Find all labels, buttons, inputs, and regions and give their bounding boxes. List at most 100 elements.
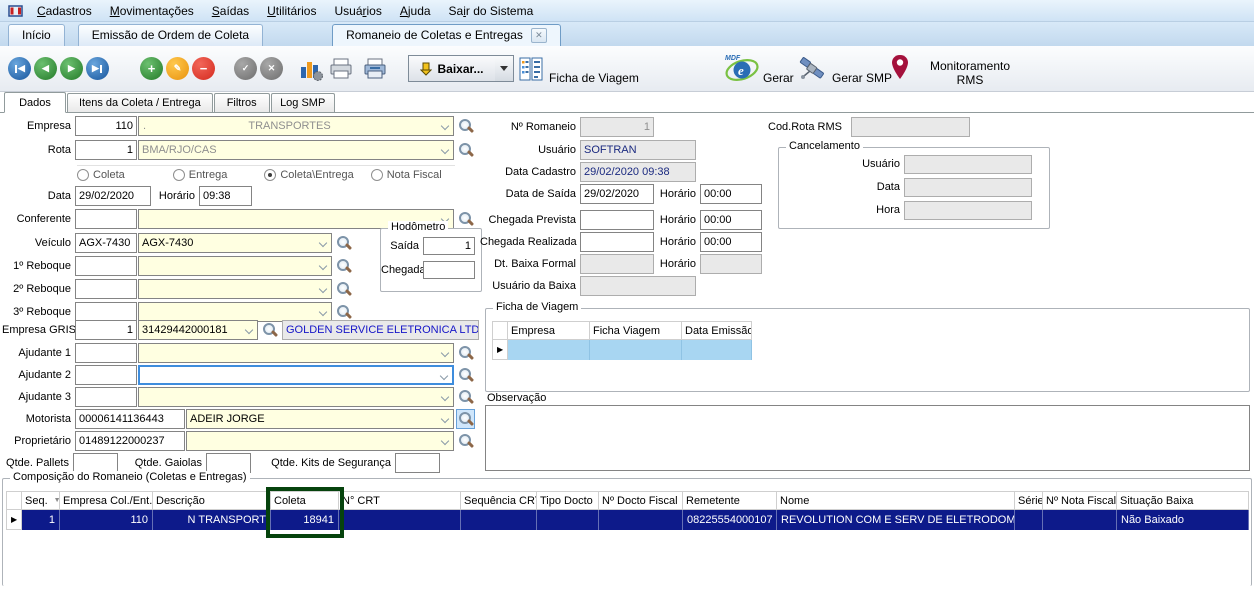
chegada-realizada-horario-field[interactable]: 00:00	[700, 232, 762, 252]
chevron-down-icon[interactable]	[319, 285, 327, 293]
chevron-down-icon[interactable]	[441, 393, 449, 401]
empresa-combo[interactable]: . TRANSPORTES	[138, 116, 454, 136]
radio-coleta[interactable]: Coleta	[77, 169, 125, 181]
ficha-de-viagem-button[interactable]: Ficha de Viagem	[549, 71, 639, 85]
empresa-gris-search-icon[interactable]	[261, 321, 278, 339]
chevron-down-icon[interactable]	[441, 349, 449, 357]
next-record-button[interactable]: ▶	[60, 57, 83, 80]
veiculo-code-field[interactable]: AGX-7430	[75, 233, 137, 253]
qtde-pallets-field[interactable]	[73, 453, 118, 473]
rota-code-field[interactable]: 1	[75, 140, 137, 160]
column-header[interactable]: Nome	[777, 491, 1015, 510]
ajudante3-combo[interactable]	[138, 387, 454, 407]
hodometro-saida-field[interactable]: 1	[423, 237, 475, 255]
menu-item-5[interactable]: Ajuda	[391, 2, 440, 20]
tab-romaneio-coletas-entregas[interactable]: Romaneio de Coletas e Entregas ✕	[332, 24, 561, 46]
reboque2-search-icon[interactable]	[335, 280, 352, 298]
motorista-combo[interactable]: ADEIR JORGE	[186, 409, 454, 429]
proprietario-search-icon[interactable]	[457, 432, 474, 450]
tab-inicio[interactable]: Início	[8, 24, 65, 46]
chevron-down-icon[interactable]	[441, 415, 449, 423]
column-header[interactable]: Empresa Col./Ent.	[60, 491, 153, 510]
empresa-gris-code-field[interactable]: 1	[75, 320, 137, 340]
chevron-down-icon[interactable]	[319, 239, 327, 247]
chegada-realizada-field[interactable]	[580, 232, 654, 252]
column-header[interactable]: Situação Baixa	[1117, 491, 1249, 510]
reboque1-search-icon[interactable]	[335, 257, 352, 275]
first-record-button[interactable]: ◀	[8, 57, 31, 80]
baixar-button[interactable]: Baixar...	[408, 55, 496, 82]
confirm-button[interactable]: ✓	[234, 57, 257, 80]
conferente-code-field[interactable]	[75, 209, 137, 229]
close-tab-icon[interactable]: ✕	[531, 28, 547, 43]
tab-itens-coleta-entrega[interactable]: Itens da Coleta / Entrega	[67, 93, 213, 112]
column-header[interactable]: Data Emissão	[682, 321, 752, 340]
ajudante1-code-field[interactable]	[75, 343, 137, 363]
chevron-down-icon[interactable]	[441, 122, 449, 130]
tab-filtros[interactable]: Filtros	[214, 93, 270, 112]
ajudante3-search-icon[interactable]	[457, 388, 474, 406]
tab-emissao-ordem-coleta[interactable]: Emissão de Ordem de Coleta	[78, 24, 263, 46]
proprietario-combo[interactable]	[186, 431, 454, 451]
chevron-down-icon[interactable]	[245, 326, 253, 334]
ajudante3-code-field[interactable]	[75, 387, 137, 407]
rota-combo[interactable]: BMA/RJO/CAS	[138, 140, 454, 160]
hodometro-chegada-field[interactable]	[423, 261, 475, 279]
ajudante2-code-field[interactable]	[75, 365, 137, 385]
rota-search-icon[interactable]	[457, 141, 474, 159]
menu-item-0[interactable]: Cadastros	[28, 2, 101, 20]
data-saida-horario-field[interactable]: 00:00	[700, 184, 762, 204]
column-header[interactable]: Ficha Viagem	[590, 321, 682, 340]
qtde-gaiolas-field[interactable]	[206, 453, 251, 473]
column-header[interactable]: Coleta	[271, 491, 339, 510]
radio-coleta-entrega[interactable]: Coleta\Entrega	[264, 169, 353, 181]
add-button[interactable]: +	[140, 57, 163, 80]
chegada-prevista-field[interactable]	[580, 210, 654, 230]
chegada-prevista-horario-field[interactable]: 00:00	[700, 210, 762, 230]
column-header[interactable]: Seq.▼	[22, 491, 60, 510]
chevron-down-icon[interactable]	[441, 437, 449, 445]
monitoramento-pin-icon[interactable]	[890, 54, 910, 82]
empresa-gris-combo[interactable]: 31429442000181	[138, 320, 258, 340]
ficha-de-viagem-icon[interactable]	[519, 57, 543, 81]
gerar-smp-button[interactable]: Gerar SMP	[832, 71, 892, 85]
table-row[interactable]: ▶1110N TRANSPORT1894108225554000107REVOL…	[6, 510, 1249, 530]
delete-button[interactable]: −	[192, 57, 215, 80]
observacao-textarea[interactable]	[485, 405, 1250, 471]
tab-dados[interactable]: Dados	[4, 92, 66, 113]
column-header[interactable]: Empresa	[508, 321, 590, 340]
ajudante1-search-icon[interactable]	[457, 344, 474, 362]
radio-entrega[interactable]: Entrega	[173, 169, 228, 181]
gerar-smp-satellite-icon[interactable]	[798, 56, 826, 82]
conferente-search-icon[interactable]	[457, 210, 474, 228]
chevron-down-icon[interactable]	[441, 146, 449, 154]
column-header[interactable]: Remetente	[683, 491, 777, 510]
column-header[interactable]: N° CRT	[339, 491, 461, 510]
column-header[interactable]: Sequência CRT	[461, 491, 537, 510]
proprietario-code-field[interactable]: 01489122000237	[75, 431, 185, 451]
column-header[interactable]: Nº Docto Fiscal	[599, 491, 683, 510]
column-header[interactable]: Nº Nota Fiscal	[1043, 491, 1117, 510]
monitoramento-rms-button[interactable]: Monitoramento RMS	[915, 59, 1025, 87]
empresa-search-icon[interactable]	[457, 117, 474, 135]
menu-item-2[interactable]: Saídas	[203, 2, 258, 20]
horario-field[interactable]: 09:38	[199, 186, 252, 206]
menu-item-6[interactable]: Sair do Sistema	[440, 2, 543, 20]
column-header[interactable]: Tipo Docto	[537, 491, 599, 510]
print-setup-button[interactable]	[362, 57, 388, 81]
qtde-kits-field[interactable]	[395, 453, 440, 473]
ajudante2-combo[interactable]	[138, 365, 454, 385]
print-button[interactable]	[328, 57, 354, 81]
empresa-code-field[interactable]: 110	[75, 116, 137, 136]
data-saida-field[interactable]: 29/02/2020	[580, 184, 654, 204]
ajudante1-combo[interactable]	[138, 343, 454, 363]
tab-log-smp[interactable]: Log SMP	[271, 93, 335, 112]
mdfe-gerar-button[interactable]: e MDF	[722, 52, 760, 84]
baixar-dropdown-button[interactable]	[495, 55, 514, 82]
reboque1-code-field[interactable]	[75, 256, 137, 276]
menu-item-4[interactable]: Usuários	[325, 2, 390, 20]
chevron-down-icon[interactable]	[319, 308, 327, 316]
motorista-search-icon[interactable]	[457, 410, 474, 428]
gerar-label[interactable]: Gerar	[763, 71, 794, 85]
veiculo-combo[interactable]: AGX-7430	[138, 233, 332, 253]
